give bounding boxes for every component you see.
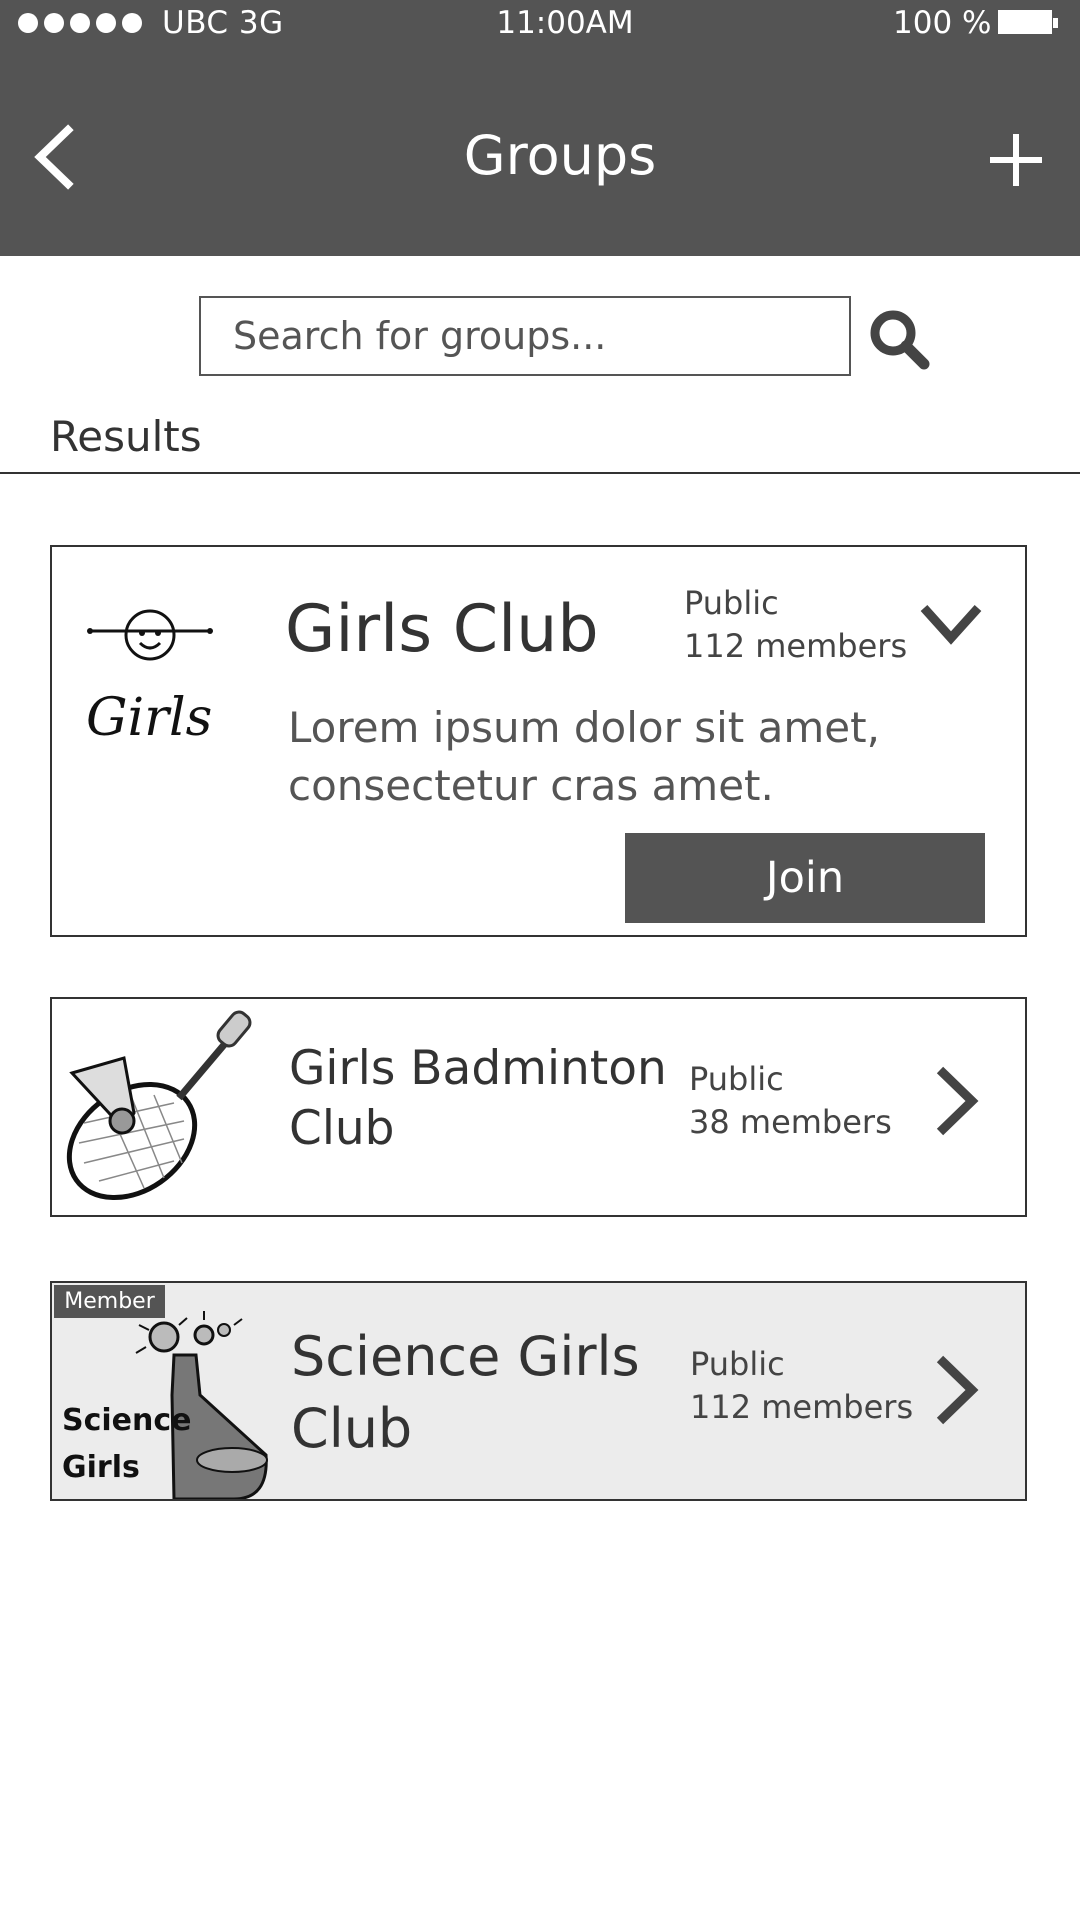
group-card-science-girls-club[interactable]: Science Girls Member Science Girls Club … (50, 1281, 1027, 1501)
group-visibility: Public (690, 1345, 785, 1383)
navigation-bar: Groups (0, 50, 1080, 256)
search-field (199, 296, 851, 376)
group-description-line2: consectetur cras amet. (288, 761, 774, 810)
results-heading: Results (50, 412, 202, 461)
group-card-girls-badminton-club[interactable]: Girls Badminton Club Public 38 members (50, 997, 1027, 1217)
group-name-line1: Girls Badminton (289, 1041, 667, 1096)
group-member-count: 112 members (684, 627, 908, 665)
chevron-right-icon[interactable] (932, 1353, 980, 1427)
group-name-line2: Club (289, 1101, 395, 1156)
chevron-right-icon[interactable] (932, 1064, 980, 1138)
battery-icon (998, 10, 1058, 34)
group-description-line1: Lorem ipsum dolor sit amet, (288, 703, 880, 752)
group-card-girls-club[interactable]: Girls Girls Club Public 112 members Lore… (50, 545, 1027, 937)
divider (0, 472, 1080, 474)
plus-icon[interactable] (988, 132, 1044, 188)
group-name: Girls Club (285, 592, 599, 667)
group-name-line1: Science Girls (291, 1325, 640, 1388)
logo-text-line1: Science (62, 1403, 192, 1438)
logo-text-line2: Girls (62, 1450, 140, 1485)
group-member-count: 38 members (689, 1103, 892, 1141)
girls-club-logo: Girls (86, 609, 213, 748)
status-bar: UBC 3G 11:00AM 100 % (0, 0, 1080, 50)
page-title: Groups (463, 124, 657, 187)
join-button[interactable]: Join (625, 833, 985, 923)
search-input[interactable] (201, 298, 849, 374)
group-visibility: Public (689, 1060, 784, 1098)
battery-percent: 100 % (893, 5, 992, 41)
logo-text: Girls (86, 688, 212, 748)
member-badge: Member (54, 1285, 165, 1318)
group-visibility: Public (684, 584, 779, 622)
group-name-line2: Club (291, 1397, 413, 1460)
badminton-icon (66, 1010, 252, 1201)
search-icon[interactable] (866, 306, 932, 372)
group-member-count: 112 members (690, 1388, 914, 1426)
chevron-down-icon[interactable] (918, 602, 984, 648)
